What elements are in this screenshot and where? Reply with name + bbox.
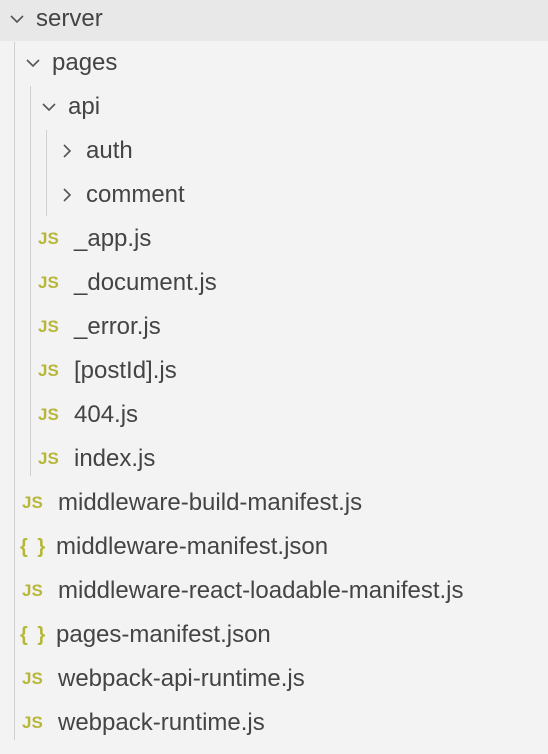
file-middleware-manifest[interactable]: { } middleware-manifest.json <box>0 525 548 569</box>
file-explorer-tree: server pages api auth comment JS _app.js… <box>0 0 548 754</box>
file-webpack-api-runtime[interactable]: JS webpack-api-runtime.js <box>0 657 548 701</box>
javascript-file-icon: JS <box>22 669 43 688</box>
chevron-down-icon <box>36 94 62 120</box>
folder-auth[interactable]: auth <box>0 129 548 173</box>
javascript-file-icon: JS <box>22 581 43 600</box>
file-label: _document.js <box>74 269 217 296</box>
file-document[interactable]: JS _document.js <box>0 261 548 305</box>
javascript-file-icon: JS <box>38 361 59 380</box>
file-webpack-runtime[interactable]: JS webpack-runtime.js <box>0 701 548 745</box>
file-label: _app.js <box>74 225 152 252</box>
file-label: webpack-runtime.js <box>58 709 265 736</box>
file-404[interactable]: JS 404.js <box>0 393 548 437</box>
folder-server[interactable]: server <box>0 0 548 41</box>
file-label: index.js <box>74 445 156 472</box>
file-middleware-react-loadable-manifest[interactable]: JS middleware-react-loadable-manifest.js <box>0 569 548 613</box>
javascript-file-icon: JS <box>38 449 59 468</box>
json-file-icon: { } <box>20 623 48 646</box>
folder-comment[interactable]: comment <box>0 173 548 217</box>
file-label: middleware-manifest.json <box>56 533 329 560</box>
folder-label: api <box>68 93 101 120</box>
file-label: webpack-api-runtime.js <box>58 665 305 692</box>
file-postid[interactable]: JS [postId].js <box>0 349 548 393</box>
folder-label: comment <box>86 181 185 208</box>
file-label: pages-manifest.json <box>56 621 271 648</box>
chevron-down-icon <box>20 50 46 76</box>
javascript-file-icon: JS <box>38 405 59 424</box>
folder-label: server <box>36 5 103 32</box>
file-label: middleware-build-manifest.js <box>58 489 363 516</box>
javascript-file-icon: JS <box>38 317 59 336</box>
folder-api[interactable]: api <box>0 85 548 129</box>
file-label: middleware-react-loadable-manifest.js <box>58 577 464 604</box>
file-app[interactable]: JS _app.js <box>0 217 548 261</box>
file-error[interactable]: JS _error.js <box>0 305 548 349</box>
chevron-down-icon <box>4 6 30 32</box>
folder-pages[interactable]: pages <box>0 41 548 85</box>
chevron-right-icon <box>54 182 80 208</box>
javascript-file-icon: JS <box>38 229 59 248</box>
javascript-file-icon: JS <box>22 713 43 732</box>
file-index[interactable]: JS index.js <box>0 437 548 481</box>
file-middleware-build-manifest[interactable]: JS middleware-build-manifest.js <box>0 481 548 525</box>
chevron-right-icon <box>54 138 80 164</box>
javascript-file-icon: JS <box>38 273 59 292</box>
javascript-file-icon: JS <box>22 493 43 512</box>
json-file-icon: { } <box>20 535 48 558</box>
file-pages-manifest[interactable]: { } pages-manifest.json <box>0 613 548 657</box>
file-label: 404.js <box>74 401 139 428</box>
folder-label: auth <box>86 137 133 164</box>
file-label: [postId].js <box>74 357 177 384</box>
file-label: _error.js <box>74 313 161 340</box>
folder-label: pages <box>52 49 118 76</box>
